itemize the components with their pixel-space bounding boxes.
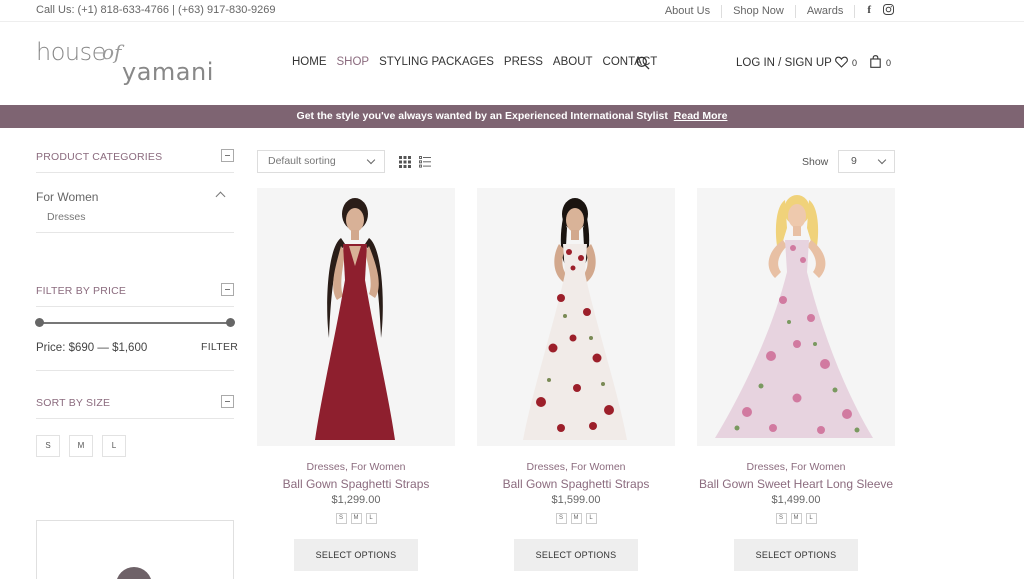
filter-by-price-title: FILTER BY PRICE xyxy=(36,285,127,297)
product-name[interactable]: Ball Gown Spaghetti Straps xyxy=(257,477,455,491)
price-slider-track[interactable] xyxy=(39,322,231,324)
show-per-page-value: 9 xyxy=(851,155,857,167)
size-badge: S xyxy=(555,513,567,524)
size-badge: M xyxy=(350,513,362,524)
nav-shop[interactable]: SHOP xyxy=(337,56,370,68)
category-for-women[interactable]: For Women xyxy=(36,190,98,204)
product-sizes: S M L xyxy=(697,513,895,524)
product-card: Dresses, For Women Ball Gown Spaghetti S… xyxy=(257,188,455,571)
list-view-icon[interactable] xyxy=(419,155,431,168)
product-price: $1,599.00 xyxy=(551,494,601,506)
shop-now-link[interactable]: Shop Now xyxy=(722,4,796,18)
dress-shape xyxy=(315,280,395,440)
divider xyxy=(36,418,234,419)
product-categories[interactable]: Dresses, For Women xyxy=(477,461,675,473)
divider xyxy=(36,232,234,233)
select-options-button[interactable]: SELECT OPTIONS xyxy=(294,539,418,571)
price-slider-min-handle[interactable] xyxy=(35,318,44,327)
site-logo[interactable]: house of yamani xyxy=(36,38,216,90)
product-price: $1,499.00 xyxy=(771,494,821,506)
product-card: Dresses, For Women Ball Gown Sweet Heart… xyxy=(697,188,895,571)
about-us-link[interactable]: About Us xyxy=(654,4,723,18)
logo-word-yamani: yamani xyxy=(122,58,214,86)
product-image[interactable] xyxy=(697,188,895,446)
collapse-icon[interactable] xyxy=(221,395,234,408)
nav-press[interactable]: PRESS xyxy=(504,56,543,68)
product-sizes: S M L xyxy=(477,513,675,524)
size-badge: S xyxy=(775,513,787,524)
awards-link[interactable]: Awards xyxy=(796,4,856,18)
shopping-bag-icon xyxy=(870,55,881,70)
collapse-icon[interactable] xyxy=(221,283,234,296)
nav-home[interactable]: HOME xyxy=(292,56,327,68)
product-categories[interactable]: Dresses, For Women xyxy=(257,461,455,473)
product-name[interactable]: Ball Gown Spaghetti Straps xyxy=(477,477,675,491)
product-card: Dresses, For Women Ball Gown Spaghetti S… xyxy=(477,188,675,571)
main-nav: HOME SHOP STYLING PACKAGES PRESS ABOUT C… xyxy=(292,56,667,68)
facebook-icon[interactable]: f xyxy=(867,4,871,18)
contact-phone: Call Us: (+1) 818-633-4766 | (+63) 917-8… xyxy=(36,4,276,16)
size-s[interactable]: S xyxy=(36,435,60,457)
filter-by-price-heading[interactable]: FILTER BY PRICE xyxy=(36,283,234,297)
promo-text: Get the style you've always wanted by an… xyxy=(296,110,668,122)
nav-about[interactable]: ABOUT xyxy=(553,56,593,68)
social-links: f xyxy=(855,4,1024,18)
size-badge: S xyxy=(335,513,347,524)
wishlist-count: 0 xyxy=(852,58,858,68)
size-badge: L xyxy=(585,513,597,524)
chevron-down-icon xyxy=(366,155,376,165)
select-options-button[interactable]: SELECT OPTIONS xyxy=(514,539,638,571)
show-per-page-select[interactable]: 9 xyxy=(838,150,895,173)
product-categories-title: PRODUCT CATEGORIES xyxy=(36,151,163,163)
divider xyxy=(36,172,234,173)
price-range-label: Price: $690 — $1,600 xyxy=(36,342,148,354)
show-label: Show xyxy=(802,156,829,168)
size-badge: M xyxy=(790,513,802,524)
product-name[interactable]: Ball Gown Sweet Heart Long Sleeve xyxy=(697,477,895,491)
nav-styling-packages[interactable]: STYLING PACKAGES xyxy=(379,56,494,68)
product-image[interactable] xyxy=(477,188,675,446)
logo-word-house: house xyxy=(36,38,106,66)
size-badge: L xyxy=(805,513,817,524)
dress-shape xyxy=(523,274,627,440)
product-categories-heading[interactable]: PRODUCT CATEGORIES xyxy=(36,149,234,163)
search-icon[interactable] xyxy=(636,56,650,70)
heart-icon xyxy=(835,56,848,70)
divider xyxy=(36,370,234,371)
dress-shape xyxy=(785,240,809,272)
sort-select[interactable]: Default sorting xyxy=(257,150,385,173)
wishlist-button[interactable]: 0 xyxy=(835,56,857,70)
read-more-link[interactable]: Read More xyxy=(674,110,728,122)
filter-button[interactable]: FILTER xyxy=(201,341,238,353)
cart-button[interactable]: 0 xyxy=(870,55,891,70)
collapse-icon[interactable] xyxy=(221,149,234,162)
product-sizes: S M L xyxy=(257,513,455,524)
instagram-icon[interactable] xyxy=(883,4,894,18)
top-bar: Call Us: (+1) 818-633-4766 | (+63) 917-8… xyxy=(0,0,1024,22)
size-badge: L xyxy=(365,513,377,524)
size-options: S M L xyxy=(36,435,126,457)
subcategory-dresses[interactable]: Dresses xyxy=(47,211,86,223)
logo-word-of: of xyxy=(102,40,122,64)
size-m[interactable]: M xyxy=(69,435,93,457)
divider xyxy=(36,306,234,307)
size-l[interactable]: L xyxy=(102,435,126,457)
login-signup-link[interactable]: LOG IN / SIGN UP xyxy=(736,57,832,69)
top-links: About Us Shop Now Awards f xyxy=(654,4,1024,18)
sort-select-value: Default sorting xyxy=(268,155,336,167)
chevron-up-icon[interactable] xyxy=(215,191,226,202)
select-options-button[interactable]: SELECT OPTIONS xyxy=(734,539,858,571)
grid-view-icon[interactable] xyxy=(399,155,411,168)
product-price: $1,299.00 xyxy=(331,494,381,506)
cart-count: 0 xyxy=(886,57,892,68)
size-badge: M xyxy=(570,513,582,524)
product-categories[interactable]: Dresses, For Women xyxy=(697,461,895,473)
chevron-down-icon xyxy=(877,155,887,165)
sort-by-size-heading[interactable]: SORT BY SIZE xyxy=(36,395,234,409)
sort-by-size-title: SORT BY SIZE xyxy=(36,397,111,409)
product-image[interactable] xyxy=(257,188,455,446)
price-slider-max-handle[interactable] xyxy=(226,318,235,327)
promo-banner: Get the style you've always wanted by an… xyxy=(0,105,1024,128)
